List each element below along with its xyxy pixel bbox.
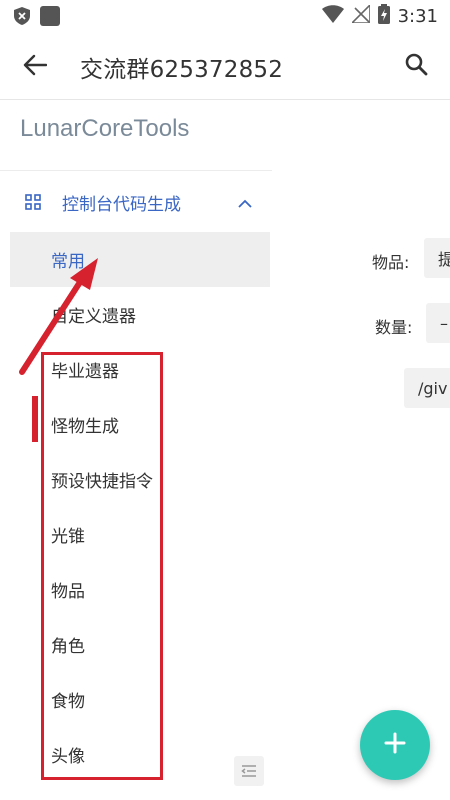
no-signal-icon: [349, 3, 371, 27]
back-button[interactable]: [18, 52, 52, 82]
battery-charging-icon: [377, 4, 390, 28]
search-button[interactable]: [400, 50, 432, 82]
collapse-sidebar-button[interactable]: [234, 756, 264, 786]
main-content: 物品: 提 数量: – /giv: [272, 101, 450, 800]
status-time: 3:31: [397, 5, 438, 27]
arrow-left-icon: [23, 54, 48, 80]
annotation-marker-bar: [32, 396, 38, 442]
brand-title: LunarCoreTools: [20, 115, 190, 142]
item-select[interactable]: 提: [424, 238, 450, 278]
plus-icon: [384, 732, 406, 758]
sidebar-item-custom-relic[interactable]: 自定义遗器: [10, 287, 270, 342]
annotation-highlight-box: [41, 352, 163, 780]
item-label: 物品:: [372, 253, 410, 272]
chevron-up-icon: [238, 194, 252, 213]
status-bar-left: [14, 6, 60, 30]
grid-icon: [25, 194, 41, 214]
wifi-icon: [321, 5, 344, 27]
quantity-label: 数量:: [375, 318, 413, 337]
status-bar-right: 3:31: [321, 3, 438, 28]
quantity-stepper[interactable]: –: [426, 303, 450, 343]
add-fab-button[interactable]: [360, 710, 430, 780]
collapse-menu-icon: [241, 762, 257, 781]
command-preview[interactable]: /giv: [404, 368, 450, 408]
shield-icon: [14, 7, 30, 29]
section-label: 控制台代码生成: [62, 195, 181, 215]
section-header-console-codegen[interactable]: 控制台代码生成: [0, 187, 272, 217]
search-icon: [404, 52, 428, 80]
sidebar-item-common[interactable]: 常用: [10, 232, 270, 287]
sidebar-item-scene[interactable]: 场景: [10, 782, 270, 800]
page-title: 交流群625372852: [80, 57, 284, 83]
app-square-icon: [40, 6, 60, 30]
app-header: 交流群625372852: [0, 32, 450, 100]
status-bar: 3:31: [0, 0, 450, 32]
